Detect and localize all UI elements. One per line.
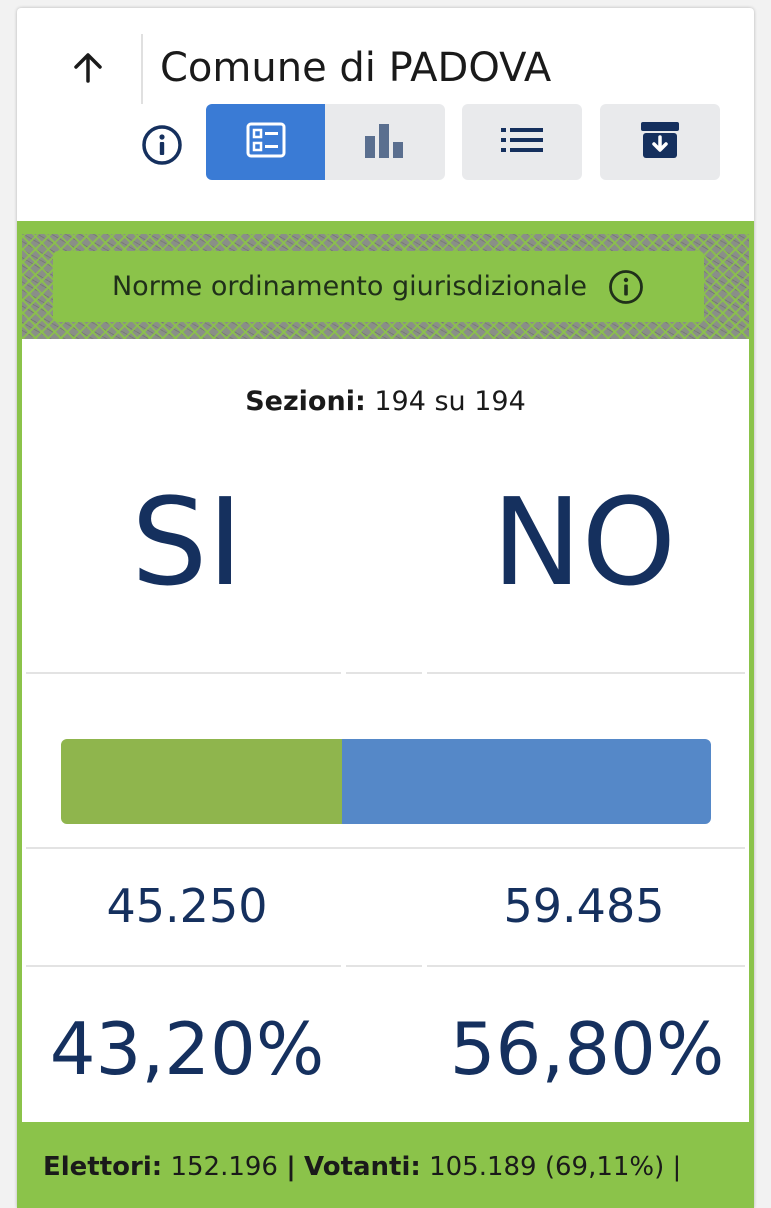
turnout-summary: Elettori: 152.196 | Votanti: 105.189 (69…	[43, 1152, 681, 1182]
results-panel: Sezioni: 194 su 194 SI NO 45.250 59.485 …	[22, 339, 749, 1122]
sections-count: Sezioni: 194 su 194	[22, 386, 749, 417]
arrow-up-icon	[68, 47, 108, 91]
si-percent: 43,20%	[49, 1007, 325, 1091]
result-bar	[61, 739, 711, 824]
info-circle-icon	[609, 269, 643, 304]
chart-view-button[interactable]	[325, 104, 445, 180]
elettori-value: 152.196	[170, 1152, 278, 1182]
info-circle-icon	[141, 124, 183, 170]
turnout-footer: Elettori: 152.196 | Votanti: 105.189 (69…	[17, 1122, 754, 1208]
info-button[interactable]	[139, 124, 185, 170]
no-percent: 56,80%	[449, 1007, 725, 1091]
divider	[26, 965, 341, 967]
items-list-button[interactable]	[462, 104, 582, 180]
list-detail-icon	[246, 122, 286, 162]
sections-label: Sezioni:	[245, 386, 366, 417]
votanti-value: 105.189 (69,11%)	[429, 1152, 665, 1182]
divider	[346, 672, 422, 674]
topic-info-button[interactable]	[607, 268, 645, 306]
topic-title: Norme ordinamento giurisdizionale	[111, 271, 588, 302]
title-separator	[141, 34, 143, 104]
divider	[427, 965, 745, 967]
votanti-label: Votanti:	[304, 1152, 421, 1182]
separator: |	[286, 1152, 296, 1182]
page-title: Comune di PADOVA	[160, 45, 552, 91]
divider	[427, 672, 745, 674]
divider	[26, 672, 341, 674]
topic-header: Norme ordinamento giurisdizionale	[53, 251, 704, 322]
si-votes: 45.250	[106, 879, 268, 933]
bar-chart-icon	[363, 122, 407, 162]
sections-value: 194 su 194	[374, 386, 526, 417]
back-button[interactable]	[65, 46, 111, 92]
bullet-list-icon	[501, 128, 543, 156]
divider	[346, 965, 422, 967]
separator: |	[672, 1152, 682, 1182]
si-bar-segment	[61, 739, 342, 824]
no-votes: 59.485	[503, 879, 665, 933]
list-view-button[interactable]	[206, 104, 325, 180]
elettori-label: Elettori:	[43, 1152, 163, 1182]
no-bar-segment	[341, 739, 711, 824]
no-label: NO	[491, 474, 677, 613]
archive-download-button[interactable]	[600, 104, 720, 180]
si-label: SI	[131, 474, 243, 613]
divider	[26, 847, 745, 849]
results-card: Comune di PADOVA Norme ordinamento giuri…	[17, 8, 754, 1208]
archive-download-icon	[640, 121, 680, 163]
